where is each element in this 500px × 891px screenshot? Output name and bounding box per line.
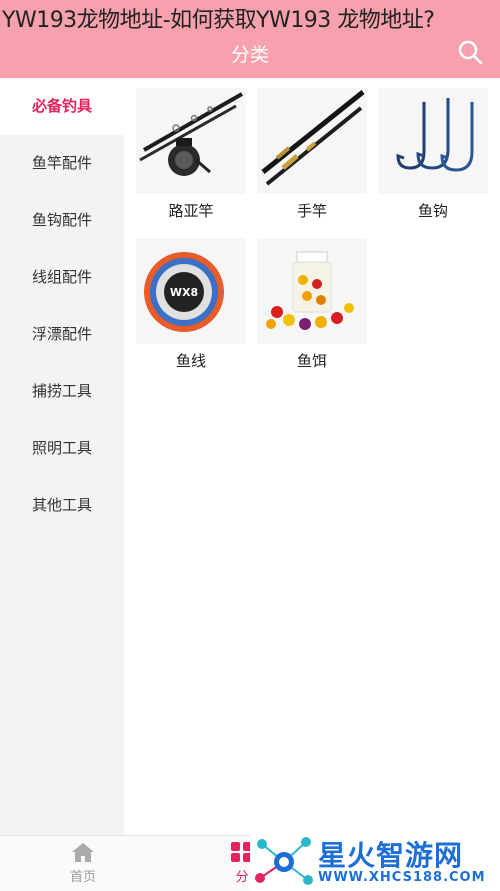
category-sidebar: 必备钓具 鱼竿配件 鱼钩配件 线组配件 浮漂配件 捕捞工具 照明工具 其他工具 bbox=[0, 78, 124, 835]
tab-home[interactable]: 首页 bbox=[33, 840, 133, 885]
product-label: 手竿 bbox=[296, 202, 327, 220]
top-header: 分类 YW193龙物地址-如何获取YW193 龙物地址? bbox=[0, 0, 500, 78]
product-label: 鱼钩 bbox=[417, 202, 448, 220]
product-item-fish-hook[interactable]: 鱼钩 bbox=[378, 88, 488, 221]
lure-rod-image bbox=[139, 92, 243, 176]
home-icon bbox=[72, 843, 94, 862]
sidebar-item-lighting-tools[interactable]: 照明工具 bbox=[0, 420, 124, 477]
sidebar-item-line-parts[interactable]: 线组配件 bbox=[0, 249, 124, 306]
sidebar-item-rod-parts[interactable]: 鱼竿配件 bbox=[0, 135, 124, 192]
search-button[interactable] bbox=[456, 38, 484, 66]
sidebar-item-other-tools[interactable]: 其他工具 bbox=[0, 477, 124, 534]
product-label: 鱼线 bbox=[175, 352, 206, 370]
product-item-fishing-line[interactable]: WX8 鱼线 bbox=[136, 238, 246, 371]
overlay-caption: YW193龙物地址-如何获取YW193 龙物地址? bbox=[2, 8, 435, 33]
product-item-lure-rod[interactable]: 路亚竿 bbox=[136, 88, 246, 221]
hand-rod-image bbox=[261, 90, 365, 186]
product-item-hand-rod[interactable]: 手竿 bbox=[257, 88, 367, 221]
sidebar-item-float-parts[interactable]: 浮漂配件 bbox=[0, 306, 124, 363]
fish-bait-image bbox=[266, 251, 354, 330]
sidebar-item-catching-tools[interactable]: 捕捞工具 bbox=[0, 363, 124, 420]
fish-hook-image bbox=[396, 98, 474, 172]
sidebar-item-hook-parts[interactable]: 鱼钩配件 bbox=[0, 192, 124, 249]
watermark-url: WWW.XHCS188.COM bbox=[318, 870, 486, 885]
page-title: 分类 bbox=[230, 44, 269, 66]
product-label: 路亚竿 bbox=[168, 202, 214, 220]
watermark-text: 星火智游网 bbox=[318, 839, 464, 872]
product-item-fish-bait[interactable]: 鱼饵 bbox=[257, 238, 367, 371]
fishing-line-image: WX8 bbox=[144, 252, 224, 332]
product-panel: 路亚竿 手竿 鱼钩 WX8 鱼线 鱼饵 bbox=[124, 78, 500, 835]
tab-label: 首页 bbox=[69, 870, 96, 885]
search-icon bbox=[458, 40, 483, 65]
product-label: 鱼饵 bbox=[296, 352, 327, 370]
svg-text:WX8: WX8 bbox=[170, 286, 198, 299]
sidebar-item-essential-gear[interactable]: 必备钓具 bbox=[0, 78, 124, 135]
network-logo-icon bbox=[255, 837, 313, 885]
watermark-logo: 星火智游网 WWW.XHCS188.COM bbox=[250, 832, 500, 891]
